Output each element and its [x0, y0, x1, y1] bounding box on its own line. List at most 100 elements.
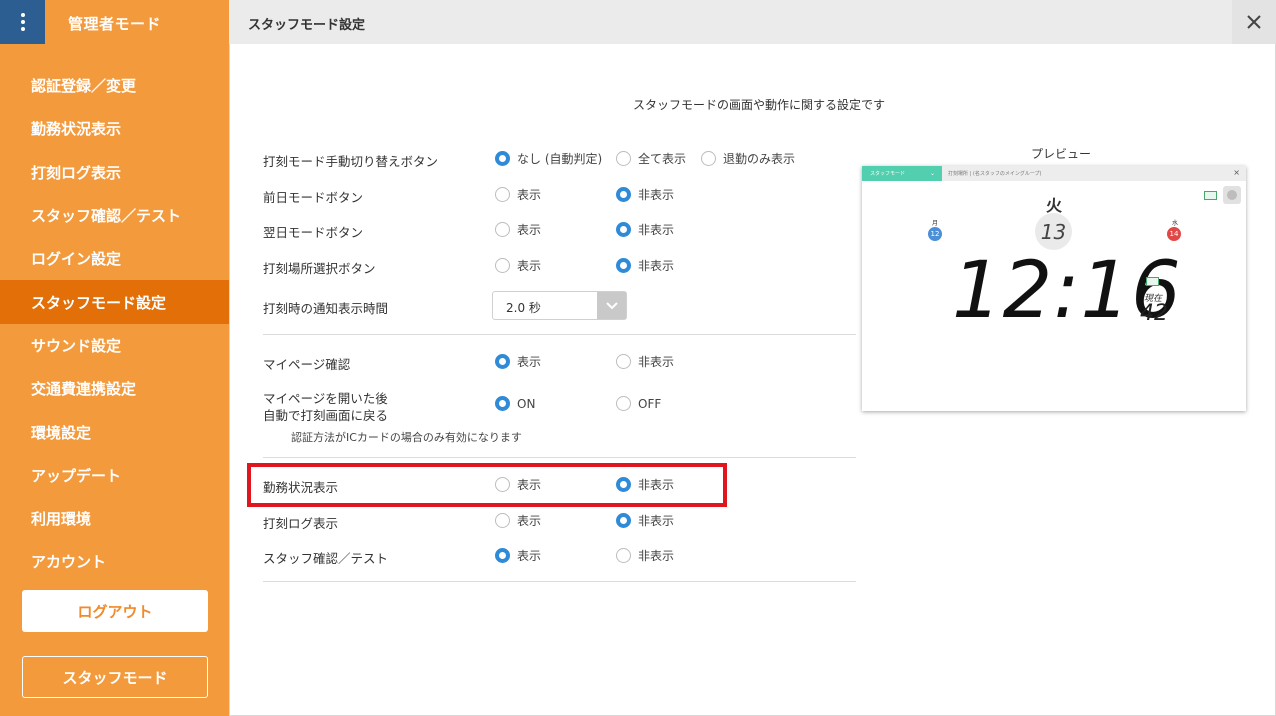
id-card-icon: [1146, 277, 1159, 286]
next-day-show-radio[interactable]: 表示: [495, 221, 541, 238]
option-label: 退勤のみ表示: [723, 152, 796, 166]
location-select-button-label: 打刻場所選択ボタン: [263, 261, 376, 276]
close-icon: [1247, 15, 1261, 29]
sidebar-header: 管理者モード: [0, 0, 229, 44]
section-divider: [263, 581, 856, 582]
option-label: 全て表示: [638, 152, 687, 166]
option-label: 非表示: [638, 259, 675, 273]
radio-selected-icon: [616, 187, 631, 202]
sidebar-title: 管理者モード: [68, 15, 162, 33]
mypage-return-label-line2: 自動で打刻画面に戻る: [263, 408, 389, 423]
mypage-confirm-show-radio[interactable]: 表示: [495, 353, 541, 370]
option-label: 表示: [517, 188, 542, 202]
mypage-confirm-hide-radio[interactable]: 非表示: [616, 353, 674, 370]
sidebar-item-staff-test[interactable]: スタッフ確認／テスト: [0, 194, 229, 237]
location-select-show-radio[interactable]: 表示: [495, 257, 541, 274]
option-label: 非表示: [638, 223, 675, 237]
next-day-number: 14: [1167, 227, 1181, 241]
preview-path: 打刻場所 | (名スタッフのメイングループ): [948, 171, 1042, 177]
staff-confirm-show-radio[interactable]: 表示: [495, 547, 541, 564]
top-bar: スタッフモード設定: [229, 0, 1276, 44]
punch-log-label: 打刻ログ表示: [263, 516, 339, 531]
prev-day-hide-radio[interactable]: 非表示: [616, 186, 674, 203]
sidebar-item-punch-log[interactable]: 打刻ログ表示: [0, 151, 229, 194]
preview-panel: スタッフモード ⌄ 打刻場所 | (名スタッフのメイングループ) × 月 12 …: [862, 166, 1246, 411]
sidebar-item-auth-register[interactable]: 認証登録／変更: [0, 64, 229, 107]
sidebar-item-update[interactable]: アップデート: [0, 454, 229, 497]
sidebar-item-transport-settings[interactable]: 交通費連携設定: [0, 367, 229, 410]
radio-icon: [495, 222, 510, 237]
notify-time-label: 打刻時の通知表示時間: [263, 301, 389, 316]
mypage-return-on-radio[interactable]: ON: [495, 396, 535, 411]
radio-icon: [616, 396, 631, 411]
camera-icon: [1223, 186, 1241, 204]
radio-icon: [495, 187, 510, 202]
preview-tab-label: スタッフモード: [870, 171, 906, 177]
sidebar-item-sound-settings[interactable]: サウンド設定: [0, 324, 229, 367]
punch-mode-all-radio[interactable]: 全て表示: [616, 150, 686, 167]
logout-button[interactable]: ログアウト: [22, 590, 208, 632]
punch-mode-auto-radio[interactable]: なし (自動判定): [495, 150, 602, 167]
sidebar-item-usage-env[interactable]: 利用環境: [0, 497, 229, 540]
option-label: なし (自動判定): [517, 152, 603, 166]
punch-mode-switch-label: 打刻モード手動切り替えボタン: [263, 154, 439, 169]
sidebar-item-login-settings[interactable]: ログイン設定: [0, 237, 229, 280]
section-divider: [263, 334, 856, 335]
settings-description: スタッフモードの画面や動作に関する設定です: [633, 98, 886, 112]
current-date: 13: [1035, 213, 1072, 250]
prev-day-name: 月: [932, 220, 939, 227]
highlight-box: [247, 463, 727, 507]
option-label: 非表示: [638, 549, 675, 563]
sidebar-item-account[interactable]: アカウント: [0, 540, 229, 583]
option-label: 表示: [517, 514, 542, 528]
radio-icon: [616, 354, 631, 369]
option-label: 表示: [517, 549, 542, 563]
punch-mode-leave-only-radio[interactable]: 退勤のみ表示: [701, 150, 795, 167]
staff-mode-button[interactable]: スタッフモード: [22, 656, 208, 698]
radio-selected-icon: [495, 396, 510, 411]
sidebar: 管理者モード 認証登録／変更 勤務状況表示 打刻ログ表示 スタッフ確認／テスト …: [0, 0, 229, 716]
prev-day-button-label: 前日モードボタン: [263, 190, 364, 205]
staff-confirm-label: スタッフ確認／テスト: [263, 551, 389, 566]
kebab-menu-icon: [20, 13, 25, 31]
radio-selected-icon: [616, 513, 631, 528]
option-label: ON: [517, 396, 536, 411]
sidebar-item-work-status[interactable]: 勤務状況表示: [0, 107, 229, 150]
sidebar-item-environment-settings[interactable]: 環境設定: [0, 410, 229, 453]
punch-log-hide-radio[interactable]: 非表示: [616, 512, 674, 529]
mypage-confirm-label: マイページ確認: [263, 357, 351, 372]
sidebar-item-staff-mode-settings[interactable]: スタッフモード設定: [0, 280, 229, 324]
radio-selected-icon: [616, 222, 631, 237]
punch-log-show-radio[interactable]: 表示: [495, 512, 541, 529]
menu-button[interactable]: [0, 0, 45, 44]
close-icon: ×: [1233, 168, 1240, 177]
mypage-return-off-radio[interactable]: OFF: [616, 396, 661, 411]
id-card-icon: [1204, 191, 1217, 200]
location-select-hide-radio[interactable]: 非表示: [616, 257, 674, 274]
close-button[interactable]: [1232, 0, 1276, 44]
radio-icon: [616, 548, 631, 563]
frame-border-left: [229, 44, 230, 716]
page-title: スタッフモード設定: [248, 18, 366, 33]
option-label: OFF: [638, 396, 662, 411]
radio-icon: [616, 151, 631, 166]
prev-day-number: 12: [928, 227, 942, 241]
next-day-name: 水: [1172, 220, 1179, 227]
next-day-hide-radio[interactable]: 非表示: [616, 221, 674, 238]
present-count: 42: [1140, 301, 1168, 326]
option-label: 表示: [517, 355, 542, 369]
section-divider: [263, 457, 856, 458]
preview-title-bar: スタッフモード ⌄ 打刻場所 | (名スタッフのメイングループ) ×: [862, 166, 1246, 181]
radio-selected-icon: [495, 354, 510, 369]
chevron-down-icon: ⌄: [930, 170, 936, 177]
option-label: 非表示: [638, 355, 675, 369]
staff-confirm-hide-radio[interactable]: 非表示: [616, 547, 674, 564]
option-label: 非表示: [638, 514, 675, 528]
notify-time-value: 2.0 秒: [506, 301, 541, 315]
ic-card-note: 認証方法がICカードの場合のみ有効になります: [291, 431, 522, 444]
radio-selected-icon: [495, 151, 510, 166]
notify-time-select[interactable]: 2.0 秒: [492, 291, 627, 320]
prev-day-show-radio[interactable]: 表示: [495, 186, 541, 203]
chevron-down-icon: [597, 292, 626, 319]
radio-icon: [495, 258, 510, 273]
